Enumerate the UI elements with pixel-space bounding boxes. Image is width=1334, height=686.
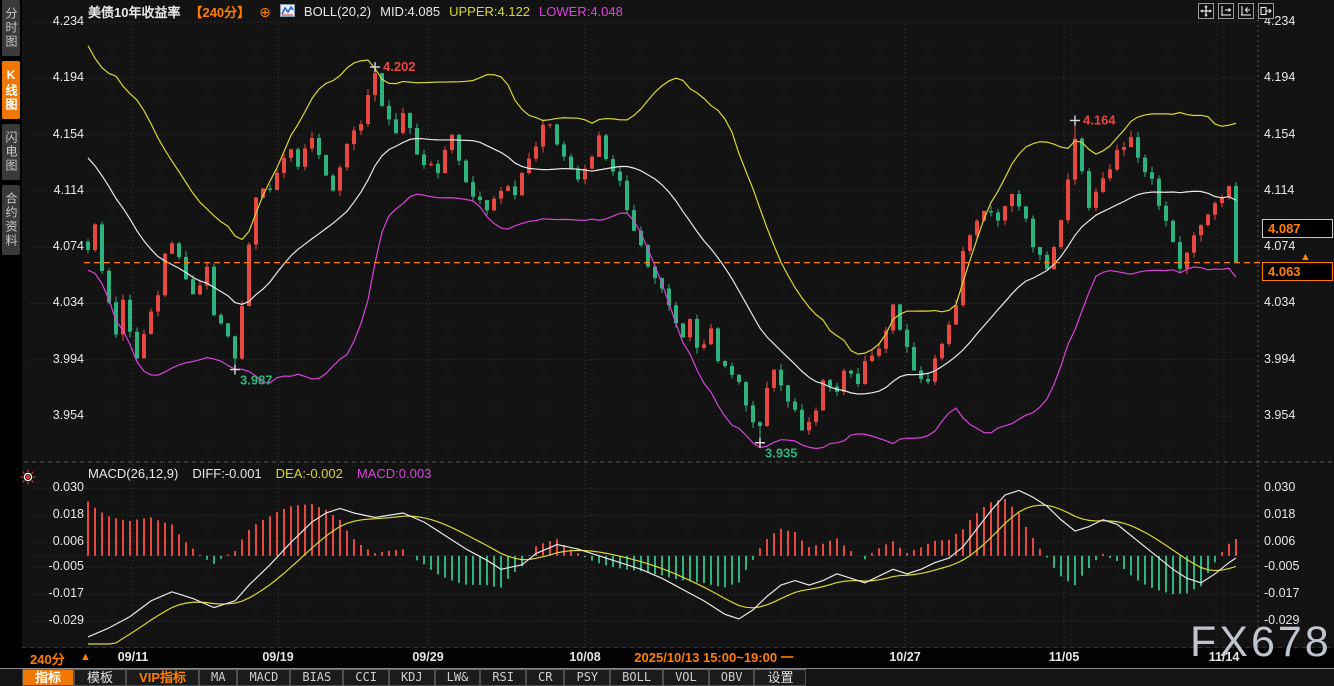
chart-header: 美债10年收益率 【240分】 ⊕ BOLL(20,2) MID:4.085 U… [88,3,623,20]
toolbar-button-RSI[interactable]: RSI [480,669,526,686]
boll-upper-value: UPPER:4.122 [449,4,530,19]
price-tick-label: 4.034 [1264,295,1295,309]
price-tick-label: 4.114 [28,183,84,197]
macd-tick-label: -0.005 [28,559,84,573]
toolbar-button-MACD[interactable]: MACD [237,669,290,686]
date-tick-label: 09/19 [262,650,293,664]
chart-tool-buttons [1198,3,1274,19]
macd-tick-label: 0.006 [28,534,84,548]
price-tick-label: 3.994 [28,352,84,366]
sidebar-tab-kline-chart[interactable]: K线图 [2,61,20,119]
boll-mid-value: MID:4.085 [380,4,440,19]
time-axis-row: 240分 ▲ 09/1109/1909/2910/0810/2711/0511/… [22,648,1334,668]
compress-x-icon[interactable] [1218,3,1234,19]
watermark: FX678 [1190,618,1332,667]
sidebar-tab-contract-info[interactable]: 合约资料 [2,185,20,255]
toolbar-button-模板[interactable]: 模板 [74,669,126,686]
macd-dea-value: DEA:-0.002 [276,466,343,481]
macd-tick-label: 0.018 [28,507,84,521]
move-chart-icon[interactable] [1198,3,1214,19]
toolbar-button-CCI[interactable]: CCI [343,669,389,686]
price-tick-label: 4.154 [28,127,84,141]
price-box-close: 4.087 [1262,219,1333,238]
macd-tick-label: -0.029 [28,613,84,627]
price-tick-label: 4.194 [28,70,84,84]
boll-lower-value: LOWER:4.048 [539,4,623,19]
macd-tick-label: -0.017 [28,586,84,600]
price-tick-label: 4.154 [1264,127,1295,141]
date-tick-label: 10/08 [569,650,600,664]
macd-macd-value: MACD:0.003 [357,466,431,481]
macd-tick-label: 0.030 [1264,480,1295,494]
price-line-marker-icon: ▲ [1300,251,1311,263]
macd-tick-label: 0.006 [1264,534,1295,548]
price-tick-label: 4.234 [28,14,84,28]
compress-y-icon[interactable] [1238,3,1254,19]
price-tick-label: 4.074 [28,239,84,253]
toolbar-button-OBV[interactable]: OBV [709,669,755,686]
price-tick-label: 4.114 [1264,183,1294,197]
price-tick-label: 4.194 [1264,70,1295,84]
macd-tick-label: -0.017 [1264,586,1299,600]
date-tick-label: 09/29 [412,650,443,664]
date-tick-label: 11/05 [1049,650,1080,664]
interval-up-arrow[interactable]: ▲ [80,651,91,663]
date-tick-label: 09/11 [118,650,149,664]
toolbar-button-PSY[interactable]: PSY [564,669,610,686]
toolbar-button-设置[interactable]: 设置 [754,669,806,686]
toolbar-button-BOLL[interactable]: BOLL [610,669,663,686]
toolbar-button-LW&[interactable]: LW& [435,669,481,686]
toolbar-button-BIAS[interactable]: BIAS [290,669,343,686]
price-tick-label: 4.074 [1264,239,1295,253]
sidebar-tab-time-chart[interactable]: 分时图 [2,0,20,56]
indicator-chart-icon [280,4,295,20]
selected-period-label: 2025/10/13 15:00~19:00 一 [634,648,794,668]
price-tick-label: 4.034 [28,295,84,309]
macd-tick-label: 0.018 [1264,507,1295,521]
macd-header: MACD(26,12,9) DIFF:-0.001 DEA:-0.002 MAC… [88,466,431,481]
sidebar-tab-lightning-chart[interactable]: 闪电图 [2,124,20,180]
toolbar-button-MA[interactable]: MA [199,669,237,686]
macd-tick-label: 0.030 [28,480,84,494]
macd-diff-value: DIFF:-0.001 [192,466,261,481]
price-box-last: 4.063 [1262,262,1333,281]
macd-label: MACD(26,12,9) [88,466,178,481]
shift-right-icon[interactable] [1258,3,1274,19]
date-tick-label: 10/27 [889,650,920,664]
toolbar-button-CR[interactable]: CR [526,669,564,686]
macd-tick-label: -0.005 [1264,559,1299,573]
price-tick-label: 3.954 [28,408,84,422]
add-indicator-icon[interactable]: ⊕ [259,5,271,19]
interval-selector[interactable]: 240分 [30,649,65,668]
toolbar-button-VOL[interactable]: VOL [663,669,709,686]
toolbar-button-VIP指标[interactable]: VIP指标 [126,669,199,686]
boll-label: BOLL(20,2) [304,4,371,19]
sidebar: 分时图 K线图闪电图合约资料 [0,0,22,686]
instrument-title: 美债10年收益率 [88,2,180,21]
toolbar-button-KDJ[interactable]: KDJ [389,669,435,686]
indicator-toolbar: 指标模板VIP指标MAMACDBIASCCIKDJLW&RSICRPSYBOLL… [0,668,1334,686]
hot-indicator-icon[interactable] [20,469,36,490]
price-tick-label: 3.994 [1264,352,1295,366]
chart-background [22,0,1334,648]
price-tick-label: 3.954 [1264,408,1295,422]
interval-tag: 【240分】 [189,2,250,21]
toolbar-button-指标[interactable]: 指标 [22,669,74,686]
